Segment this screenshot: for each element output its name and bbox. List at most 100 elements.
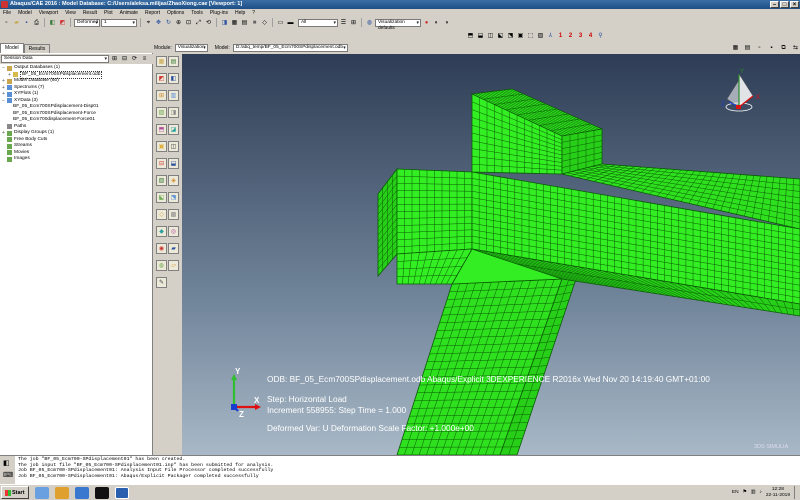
new-icon[interactable]: ▫: [2, 18, 11, 27]
menu-item-view[interactable]: View: [65, 10, 76, 16]
view-4-button[interactable]: 4: [586, 31, 595, 40]
color-edit-icon[interactable]: ◐: [432, 18, 441, 27]
model-select[interactable]: D:/abq_temp/BF_05_Ecm700SPdisplacement.o…: [232, 43, 348, 52]
auto-fit-icon[interactable]: ⤢: [194, 18, 203, 27]
palette-tool-icon[interactable]: ▥: [168, 90, 179, 101]
step-select[interactable]: 1: [101, 18, 137, 27]
view-1-button[interactable]: 1: [556, 31, 565, 40]
session-data-select[interactable]: Session Data: [1, 55, 109, 63]
tab-model[interactable]: Model: [0, 43, 24, 53]
viewport[interactable]: Y X Z Y X Z ODB: BF_05_Ecm700SPdisplacem…: [182, 54, 800, 455]
palette-tool-icon[interactable]: ◪: [168, 124, 179, 135]
cascade-icon[interactable]: ▤: [743, 43, 752, 52]
palette-tool-icon[interactable]: ✎: [156, 277, 167, 288]
menu-item-animate[interactable]: Animate: [120, 10, 138, 16]
palette-tool-icon[interactable]: ▤: [168, 56, 179, 67]
palette-tool-icon[interactable]: ▨: [156, 107, 167, 118]
viewport-delete-icon[interactable]: ▪: [767, 43, 776, 52]
view-back-icon[interactable]: ⬓: [476, 31, 485, 40]
view-apply-icon[interactable]: ▨: [536, 31, 545, 40]
palette-tool-icon[interactable]: ◉: [156, 243, 167, 254]
palette-tool-icon[interactable]: ▩: [168, 209, 179, 220]
palette-tool-icon[interactable]: ◩: [156, 73, 167, 84]
network-icon[interactable]: ▥: [751, 490, 756, 495]
visualization-icon[interactable]: ◍: [365, 18, 374, 27]
menu-item-help[interactable]: Help: [235, 10, 245, 16]
palette-tool-icon[interactable]: ⊞: [156, 90, 167, 101]
show-desktop-button[interactable]: [794, 486, 798, 499]
palette-tool-icon[interactable]: ◍: [156, 260, 167, 271]
powershell-icon[interactable]: [74, 486, 89, 499]
cycle-views-icon[interactable]: ⟲: [204, 18, 213, 27]
view-right-icon[interactable]: ⬕: [496, 31, 505, 40]
close-button[interactable]: ×: [790, 1, 799, 8]
open-icon[interactable]: ▰: [12, 18, 21, 27]
view-bottom-icon[interactable]: ▣: [516, 31, 525, 40]
rotate-icon[interactable]: ↻: [164, 18, 173, 27]
viewport-sync-icon[interactable]: ⧉: [779, 43, 788, 52]
volume-icon[interactable]: ♪: [759, 490, 761, 495]
view-2-button[interactable]: 2: [566, 31, 575, 40]
hidden-icon[interactable]: ▤: [240, 18, 249, 27]
flag-icon[interactable]: ⚑: [743, 490, 747, 495]
wireframe-icon[interactable]: ▦: [230, 18, 239, 27]
palette-tool-icon[interactable]: ▱: [168, 260, 179, 271]
box-zoom-icon[interactable]: ⊡: [184, 18, 193, 27]
palette-tool-icon[interactable]: ◨: [168, 107, 179, 118]
menu-item-plot[interactable]: Plot: [104, 10, 113, 16]
palette-tool-icon[interactable]: ⬔: [168, 192, 179, 203]
palette-tool-icon[interactable]: ◆: [156, 226, 167, 237]
palette-tool-icon[interactable]: ⬒: [156, 124, 167, 135]
tree-options-icon[interactable]: ≡: [140, 54, 149, 64]
viewport-link-icon[interactable]: ⇆: [791, 43, 800, 52]
perspective-icon[interactable]: ◇: [260, 18, 269, 27]
menu-item-report[interactable]: Report: [145, 10, 160, 16]
palette-tool-icon[interactable]: ◈: [168, 175, 179, 186]
view-front-icon[interactable]: ⬒: [466, 31, 475, 40]
remove-icon[interactable]: ▬: [286, 18, 295, 27]
pan-icon[interactable]: ✥: [154, 18, 163, 27]
palette-tool-icon[interactable]: ◎: [168, 226, 179, 237]
palette-tool-icon[interactable]: ◧: [168, 73, 179, 84]
palette-tool-icon[interactable]: ⬕: [156, 192, 167, 203]
language-indicator[interactable]: EN: [732, 490, 739, 495]
create-display-group-icon[interactable]: ⊞: [349, 18, 358, 27]
menu-item-options[interactable]: Options: [167, 10, 184, 16]
palette-tool-icon[interactable]: ▣: [156, 141, 167, 152]
palette-tool-icon[interactable]: ⬓: [168, 158, 179, 169]
start-button[interactable]: Start: [1, 486, 29, 499]
tile-icon[interactable]: ▦: [731, 43, 740, 52]
menu-item-model[interactable]: Model: [18, 10, 32, 16]
kernel-command-icon[interactable]: ⌨: [3, 471, 13, 479]
view-compass[interactable]: Y X Z: [717, 66, 767, 118]
plot-undeformed-icon[interactable]: ◧: [48, 18, 57, 27]
palette-tool-icon[interactable]: ◇: [156, 209, 167, 220]
shaded-icon[interactable]: ■: [250, 18, 259, 27]
message-area-icon[interactable]: ◧: [3, 459, 10, 467]
plot-contours-icon[interactable]: ◩: [58, 18, 67, 27]
color-code-icon[interactable]: ●: [422, 18, 431, 27]
query-icon[interactable]: ⌖: [144, 18, 153, 27]
view-user-icon[interactable]: ⚲: [596, 31, 605, 40]
view-left-icon[interactable]: ◫: [486, 31, 495, 40]
view-axes-icon[interactable]: ⅄: [546, 31, 555, 40]
color-reset-icon[interactable]: ◑: [442, 18, 451, 27]
display-group-select[interactable]: All: [298, 18, 338, 27]
replace-icon[interactable]: ▭: [276, 18, 285, 27]
palette-tool-icon[interactable]: ⊟: [156, 158, 167, 169]
view-top-icon[interactable]: ⬔: [506, 31, 515, 40]
menu-item-viewport[interactable]: Viewport: [39, 10, 58, 16]
viewport-new-icon[interactable]: ▫: [755, 43, 764, 52]
render-icon[interactable]: ◨: [220, 18, 229, 27]
collapse-icon[interactable]: ⊟: [120, 54, 129, 64]
palette-tool-icon[interactable]: ◫: [168, 141, 179, 152]
module-select[interactable]: Visualization: [174, 43, 208, 52]
vis-defaults-select[interactable]: Visualization defaults: [375, 18, 421, 31]
save-icon[interactable]: ▪: [22, 18, 31, 27]
tree-item[interactable]: Images: [0, 156, 153, 163]
minimize-button[interactable]: –: [770, 1, 779, 8]
folder-icon[interactable]: [54, 486, 69, 499]
refresh-icon[interactable]: ⟳: [130, 54, 139, 64]
display-group-manager-icon[interactable]: ☰: [339, 18, 348, 27]
abaqus-task-icon[interactable]: [114, 486, 129, 499]
